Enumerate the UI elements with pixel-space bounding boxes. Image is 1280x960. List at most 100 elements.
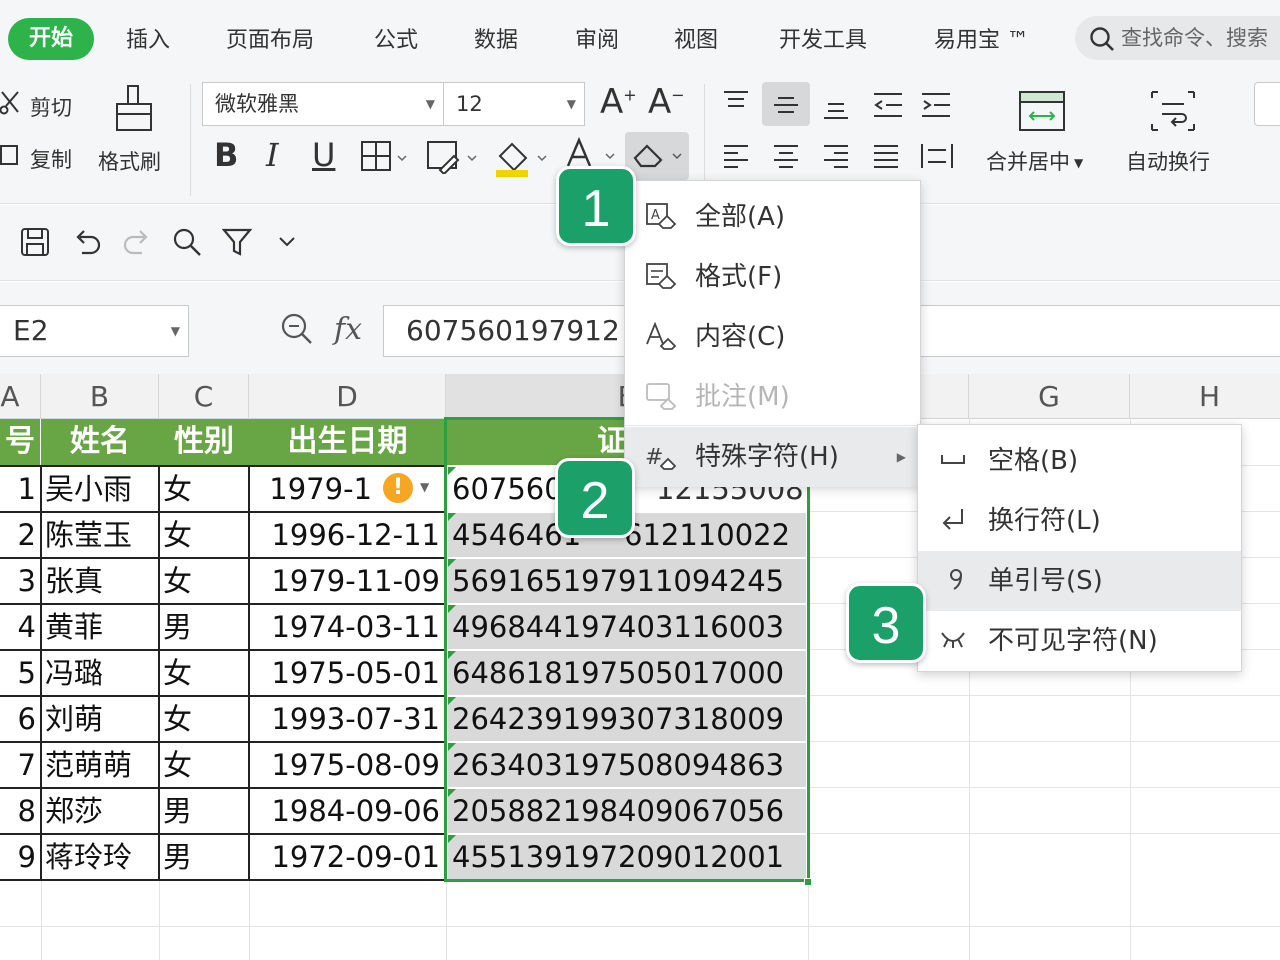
- cell-gender[interactable]: 女: [163, 558, 247, 604]
- number-format-select[interactable]: [1254, 82, 1280, 126]
- copy-button[interactable]: 复制: [30, 144, 72, 174]
- column-header-a[interactable]: A: [0, 374, 41, 419]
- header-cell-birthdate[interactable]: 出生日期: [249, 419, 446, 465]
- header-cell-gender[interactable]: 性别: [159, 419, 249, 465]
- align-bottom-icon[interactable]: [822, 96, 850, 120]
- tab-yiyongbao[interactable]: 易用宝 ™: [934, 22, 1029, 54]
- cell-style-icon[interactable]: [426, 140, 478, 174]
- distributed-align-icon[interactable]: [920, 142, 954, 170]
- cell-birthdate[interactable]: 1972-09-01: [252, 834, 440, 880]
- cell-birthdate[interactable]: 1996-12-11: [252, 512, 440, 558]
- tab-page-layout[interactable]: 页面布局: [226, 22, 314, 54]
- zoom-icon[interactable]: [280, 312, 314, 346]
- decrease-font-button[interactable]: A−: [648, 82, 685, 122]
- font-size-select[interactable]: 12 ▼: [443, 82, 585, 126]
- cell-name[interactable]: 蒋玲玲: [45, 834, 157, 880]
- cell-name[interactable]: 刘萌: [45, 696, 157, 742]
- italic-button[interactable]: I: [266, 136, 279, 174]
- command-search-input[interactable]: 查找命令、搜索: [1075, 16, 1280, 60]
- cell-name[interactable]: 张真: [45, 558, 157, 604]
- fill-color-icon[interactable]: [494, 138, 550, 178]
- cell-number[interactable]: 8: [0, 788, 40, 834]
- cell-number[interactable]: 2: [0, 512, 40, 558]
- cell-birthdate[interactable]: 1993-07-31: [252, 696, 440, 742]
- undo-icon[interactable]: [72, 227, 102, 257]
- cell-name[interactable]: 黄菲: [45, 604, 157, 650]
- align-middle-button[interactable]: [762, 82, 810, 126]
- tab-home[interactable]: 开始: [8, 18, 94, 60]
- cell-birthdate[interactable]: 1979-11-09: [252, 558, 440, 604]
- underline-button[interactable]: U: [312, 136, 335, 174]
- align-left-icon[interactable]: [722, 144, 750, 170]
- clear-button[interactable]: [625, 132, 689, 180]
- header-cell-name[interactable]: 姓名: [41, 419, 159, 465]
- menu-item-space[interactable]: 空格(B): [918, 431, 1241, 491]
- increase-font-button[interactable]: A+: [600, 82, 637, 122]
- borders-icon[interactable]: [360, 140, 408, 172]
- scissors-icon[interactable]: [0, 90, 24, 116]
- cell-number[interactable]: 7: [0, 742, 40, 788]
- chevron-down-icon[interactable]: ▼: [420, 480, 429, 494]
- cell-number[interactable]: 5: [0, 650, 40, 696]
- align-center-icon[interactable]: [772, 144, 800, 170]
- cell-gender[interactable]: 女: [163, 742, 247, 788]
- header-cell-number[interactable]: 号: [0, 419, 40, 465]
- cell-number[interactable]: 3: [0, 558, 40, 604]
- cell-number[interactable]: 1: [0, 466, 40, 512]
- cell-gender[interactable]: 女: [163, 650, 247, 696]
- menu-item-single-quote[interactable]: 单引号(S): [918, 551, 1241, 611]
- menu-item-invisible-chars[interactable]: 不可见字符(N): [918, 611, 1241, 671]
- menu-item-clear-content[interactable]: 内容(C): [625, 307, 920, 367]
- cell-birthdate[interactable]: 1975-08-09: [252, 742, 440, 788]
- column-header-d[interactable]: D: [249, 374, 446, 419]
- column-header-g[interactable]: G: [969, 374, 1130, 419]
- cell-gender[interactable]: 男: [163, 604, 247, 650]
- fill-handle[interactable]: [804, 878, 812, 886]
- format-painter-button[interactable]: 格式刷: [98, 146, 161, 176]
- name-box[interactable]: E2 ▼: [0, 305, 189, 357]
- cell-name[interactable]: 陈莹玉: [45, 512, 157, 558]
- cell-name[interactable]: 范萌萌: [45, 742, 157, 788]
- cell-birthdate[interactable]: 1975-05-01: [252, 650, 440, 696]
- tab-formulas[interactable]: 公式: [374, 22, 418, 54]
- merge-center-button[interactable]: 合并居中 ▼: [986, 146, 1083, 176]
- increase-indent-icon[interactable]: [920, 92, 952, 118]
- menu-item-clear-all[interactable]: A 全部(A): [625, 187, 920, 247]
- cell-name[interactable]: 吴小雨: [45, 466, 157, 512]
- wrap-text-icon[interactable]: [1150, 90, 1196, 132]
- filter-icon[interactable]: [222, 227, 252, 257]
- menu-item-line-break[interactable]: 换行符(L): [918, 491, 1241, 551]
- search-icon[interactable]: [172, 227, 202, 257]
- cell-number[interactable]: 6: [0, 696, 40, 742]
- cell-birthdate[interactable]: 1984-09-06: [252, 788, 440, 834]
- chevron-down-icon[interactable]: [278, 235, 296, 249]
- tab-view[interactable]: 视图: [674, 22, 718, 54]
- menu-item-special-chars[interactable]: # 特殊字符(H) ▶: [625, 427, 920, 487]
- copy-icon[interactable]: [0, 142, 22, 168]
- warning-icon[interactable]: !: [383, 473, 413, 503]
- decrease-indent-icon[interactable]: [872, 92, 904, 118]
- cell-gender[interactable]: 男: [163, 834, 247, 880]
- cell-birthdate[interactable]: 1979-1: [252, 466, 372, 512]
- cell-gender[interactable]: 男: [163, 788, 247, 834]
- format-painter-icon[interactable]: [114, 84, 154, 134]
- menu-item-clear-format[interactable]: 格式(F): [625, 247, 920, 307]
- cut-button[interactable]: 剪切: [30, 92, 72, 122]
- tab-data[interactable]: 数据: [474, 22, 518, 54]
- tab-review[interactable]: 审阅: [575, 22, 619, 54]
- cell-name[interactable]: 冯璐: [45, 650, 157, 696]
- cell-gender[interactable]: 女: [163, 466, 247, 512]
- column-header-c[interactable]: C: [159, 374, 249, 419]
- tab-developer[interactable]: 开发工具: [779, 22, 867, 54]
- fx-icon[interactable]: fx: [334, 312, 362, 347]
- cell-name[interactable]: 郑莎: [45, 788, 157, 834]
- column-header-b[interactable]: B: [41, 374, 159, 419]
- cell-number[interactable]: 9: [0, 834, 40, 880]
- cell-gender[interactable]: 女: [163, 512, 247, 558]
- justify-icon[interactable]: [872, 144, 900, 170]
- bold-button[interactable]: B: [214, 136, 238, 174]
- font-name-select[interactable]: 微软雅黑 ▼: [202, 82, 444, 126]
- save-icon[interactable]: [20, 227, 50, 257]
- align-top-icon[interactable]: [722, 90, 750, 114]
- merge-center-icon[interactable]: [1018, 90, 1066, 132]
